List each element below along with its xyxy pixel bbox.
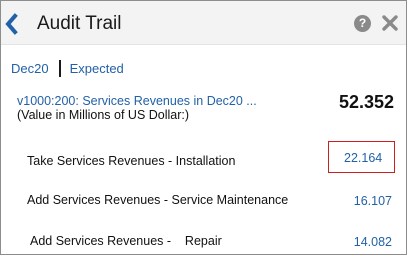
row-label-repair: Add Services Revenues - Repair [30,234,222,248]
back-button[interactable] [4,13,18,35]
page-title: Audit Trail [37,13,122,34]
unit-note: (Value in Millions of US Dollar:) [17,108,190,122]
row-label-service-maintenance: Add Services Revenues - Service Maintena… [27,193,289,207]
close-button[interactable] [381,14,399,32]
account-link[interactable]: v1000:200: Services Revenues in Dec20 ..… [17,94,257,108]
breadcrumb-item-dec20[interactable]: Dec20 [11,61,49,76]
chevron-left-icon [5,13,18,35]
panel-header: Audit Trail ? [1,1,406,45]
row-value-repair[interactable]: 14.082 [354,235,392,249]
help-button[interactable]: ? [354,15,371,32]
breadcrumb-item-expected[interactable]: Expected [70,61,124,76]
breadcrumb: Dec20 Expected [11,60,124,78]
close-icon [382,15,398,31]
audit-trail-panel: Audit Trail ? Dec20 Expected v1000:200: S… [0,0,407,255]
row-value-installation[interactable]: 22.164 [328,141,396,173]
total-value: 52.352 [338,92,394,112]
breadcrumb-separator [58,60,61,77]
row-value-service-maintenance[interactable]: 16.107 [354,194,392,208]
row-label-installation: Take Services Revenues - Installation [27,154,236,168]
